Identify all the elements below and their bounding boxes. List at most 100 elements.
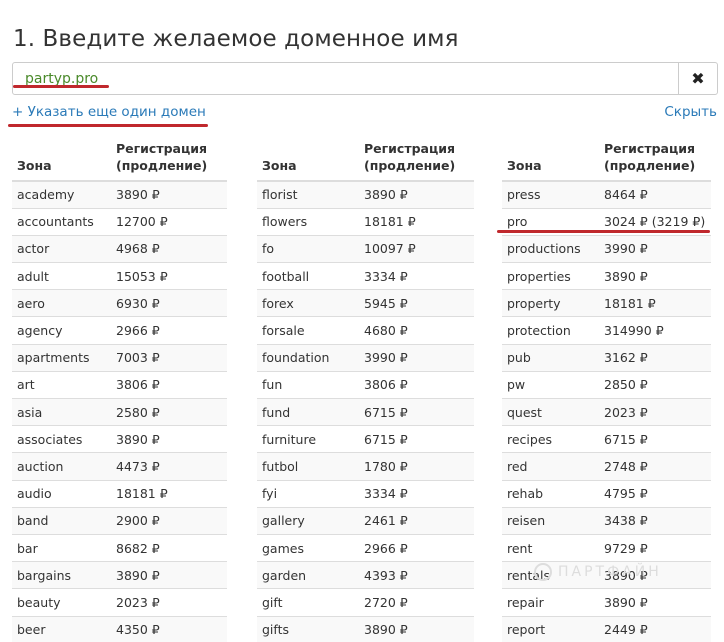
zone-name: florist: [257, 180, 359, 209]
zone-row: repair 3890 ₽: [502, 588, 711, 616]
zone-price: 4680 ₽: [359, 316, 474, 345]
zone-name: rehab: [502, 479, 599, 508]
zone-price: 3334 ₽: [359, 479, 474, 508]
zone-row: press 8464 ₽: [502, 180, 711, 209]
zone-price: 3890 ₽: [599, 588, 711, 616]
zone-price: 314990 ₽: [599, 316, 711, 345]
zone-name: quest: [502, 397, 599, 426]
zone-price: 3890 ₽: [599, 262, 711, 290]
zone-price: 2748 ₽: [599, 452, 711, 481]
zone-price: 2461 ₽: [359, 506, 474, 535]
zone-row: actor 4968 ₽: [12, 234, 227, 263]
add-domain-link[interactable]: + Указать еще один домен: [12, 104, 206, 120]
price-header-line2: (продление): [116, 158, 208, 173]
zone-name: bargains: [12, 561, 111, 589]
zone-name: pub: [502, 343, 599, 372]
zone-price: 3890 ₽: [111, 425, 227, 453]
zone-row: audio 18181 ₽: [12, 479, 227, 508]
zone-price: 3162 ₽: [599, 343, 711, 372]
zone-price: 10097 ₽: [359, 234, 474, 263]
zone-row: gallery 2461 ₽: [257, 506, 474, 535]
zone-row: fun 3806 ₽: [257, 370, 474, 399]
zone-row: bargains 3890 ₽: [12, 561, 227, 589]
zone-price: 3806 ₽: [359, 370, 474, 399]
annotation-underline-pro-row: [497, 230, 710, 233]
zone-row: red 2748 ₽: [502, 452, 711, 481]
domain-input[interactable]: [12, 62, 679, 95]
zone-name: rent: [502, 533, 599, 562]
price-header-line1: Регистрация: [116, 141, 208, 156]
zone-name: furniture: [257, 425, 359, 453]
zone-row: property 18181 ₽: [502, 289, 711, 317]
zone-row: academy 3890 ₽: [12, 180, 227, 209]
zone-name: garden: [257, 561, 359, 589]
zone-name: beauty: [12, 588, 111, 616]
price-header-line2: (продление): [604, 158, 696, 173]
zone-row: futbol 1780 ₽: [257, 452, 474, 481]
zone-row: gifts 3890 ₽: [257, 615, 474, 642]
zone-name: fund: [257, 397, 359, 426]
zone-name: gift: [257, 588, 359, 616]
zones-table-1: Зона Регистрация (продление) academy 3890 ₽ a…: [12, 140, 227, 642]
zone-row: foundation 3990 ₽: [257, 343, 474, 372]
zone-name: pw: [502, 370, 599, 399]
zone-price: 18181 ₽: [359, 207, 474, 236]
zone-row: auction 4473 ₽: [12, 452, 227, 481]
zone-price: 2900 ₽: [111, 506, 227, 535]
zone-price: 3890 ₽: [359, 615, 474, 642]
zone-row: florist 3890 ₽: [257, 180, 474, 209]
zone-price: 3890 ₽: [359, 180, 474, 209]
zone-name: actor: [12, 234, 111, 263]
page-title: 1. Введите желаемое доменное имя: [13, 26, 459, 52]
zone-row: quest 2023 ₽: [502, 397, 711, 426]
zone-row: aero 6930 ₽: [12, 289, 227, 317]
zone-name: report: [502, 615, 599, 642]
zone-name: beer: [12, 615, 111, 642]
zone-name: games: [257, 533, 359, 562]
zone-price: 4350 ₽: [111, 615, 227, 642]
zone-row: fyi 3334 ₽: [257, 479, 474, 508]
zone-price: 3990 ₽: [359, 343, 474, 372]
zone-price: 2850 ₽: [599, 370, 711, 399]
hide-link[interactable]: Скрыть: [664, 104, 717, 120]
zone-name: fun: [257, 370, 359, 399]
zone-price: 5945 ₽: [359, 289, 474, 317]
price-header-line1: Регистрация: [604, 141, 696, 156]
zone-name: gallery: [257, 506, 359, 535]
price-header: Регистрация (продление): [111, 140, 227, 182]
zone-price: 9729 ₽: [599, 533, 711, 562]
zone-row: protection 314990 ₽: [502, 316, 711, 345]
zone-row: rent 9729 ₽: [502, 533, 711, 562]
zone-name: agency: [12, 316, 111, 345]
zone-name: adult: [12, 262, 111, 290]
zone-name: accountants: [12, 207, 111, 236]
zone-row: accountants 12700 ₽: [12, 207, 227, 236]
zone-price: 2720 ₽: [359, 588, 474, 616]
zone-price: 2580 ₽: [111, 397, 227, 426]
zone-row: forsale 4680 ₽: [257, 316, 474, 345]
zone-header: Зона: [502, 140, 599, 182]
zone-price: 2966 ₽: [111, 316, 227, 345]
close-icon: ✖: [691, 69, 705, 88]
zone-row: pw 2850 ₽: [502, 370, 711, 399]
price-header: Регистрация (продление): [359, 140, 474, 182]
zone-price: 18181 ₽: [111, 479, 227, 508]
zone-row: band 2900 ₽: [12, 506, 227, 535]
zone-name: auction: [12, 452, 111, 481]
zone-name: forsale: [257, 316, 359, 345]
zone-price: 12700 ₽: [111, 207, 227, 236]
zone-name: aero: [12, 289, 111, 317]
zone-name: fo: [257, 234, 359, 263]
zone-row: adult 15053 ₽: [12, 262, 227, 290]
price-header-line2: (продление): [364, 158, 456, 173]
zone-row: bar 8682 ₽: [12, 533, 227, 562]
zone-name: forex: [257, 289, 359, 317]
zone-name: band: [12, 506, 111, 535]
zone-price: 3334 ₽: [359, 262, 474, 290]
clear-domain-button[interactable]: ✖: [678, 62, 718, 95]
price-header: Регистрация (продление): [599, 140, 711, 182]
zone-name: red: [502, 452, 599, 481]
zone-row: asia 2580 ₽: [12, 397, 227, 426]
zones-table-2: Зона Регистрация (продление) florist 3890 ₽ f…: [257, 140, 474, 642]
zone-name: asia: [12, 397, 111, 426]
